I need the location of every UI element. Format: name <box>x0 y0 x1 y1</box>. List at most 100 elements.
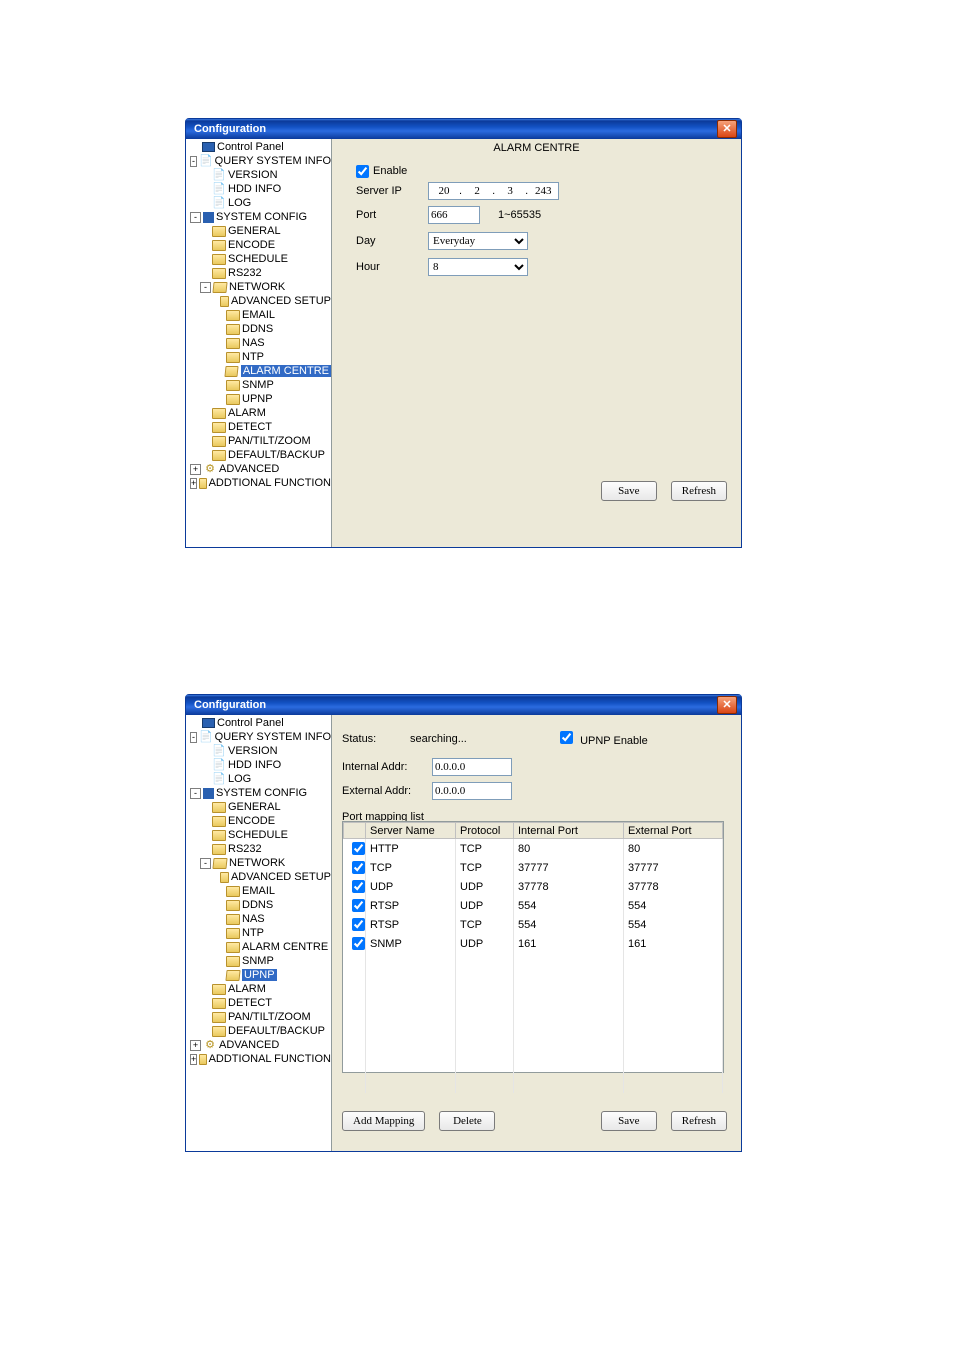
col-check[interactable] <box>344 823 366 839</box>
ip-oct-4[interactable] <box>530 183 556 199</box>
refresh-button[interactable]: Refresh <box>671 481 727 501</box>
delete-button[interactable]: Delete <box>439 1111 495 1131</box>
tree-item[interactable]: +ADDTIONAL FUNCTION <box>186 476 331 490</box>
table-row[interactable] <box>344 995 723 1009</box>
titlebar[interactable]: Configuration ✕ <box>186 119 741 139</box>
hour-select[interactable]: 8 <box>428 258 528 276</box>
tree-item[interactable]: +ADVANCED <box>186 462 331 476</box>
col-external-port[interactable]: External Port <box>624 823 723 839</box>
tree-item[interactable]: ALARM <box>186 982 331 996</box>
tree-item[interactable]: ENCODE <box>186 238 331 252</box>
table-row[interactable] <box>344 981 723 995</box>
tree-item[interactable]: -SYSTEM CONFIG <box>186 786 331 800</box>
expander-icon[interactable]: - <box>190 788 201 799</box>
tree-item[interactable]: DDNS <box>186 322 331 336</box>
row-checkbox[interactable] <box>352 899 365 912</box>
external-addr-input[interactable] <box>432 782 512 800</box>
tree-item[interactable]: DDNS <box>186 898 331 912</box>
tree-item[interactable]: DEFAULT/BACKUP <box>186 1024 331 1038</box>
tree-item[interactable]: GENERAL <box>186 800 331 814</box>
tree-item[interactable]: NAS <box>186 912 331 926</box>
titlebar[interactable]: Configuration ✕ <box>186 695 741 715</box>
row-checkbox[interactable] <box>352 861 365 874</box>
col-internal-port[interactable]: Internal Port <box>514 823 624 839</box>
tree-item[interactable]: VERSION <box>186 744 331 758</box>
tree-item[interactable]: -SYSTEM CONFIG <box>186 210 331 224</box>
expander-icon[interactable]: - <box>190 732 197 743</box>
table-row[interactable] <box>344 1009 723 1023</box>
tree-item[interactable]: Control Panel <box>186 140 331 154</box>
save-button[interactable]: Save <box>601 1111 657 1131</box>
table-row[interactable]: HTTPTCP8080 <box>344 839 723 859</box>
tree-item[interactable]: HDD INFO <box>186 758 331 772</box>
expander-icon[interactable]: - <box>190 212 201 223</box>
refresh-button[interactable]: Refresh <box>671 1111 727 1131</box>
tree-item[interactable]: RS232 <box>186 266 331 280</box>
tree-item[interactable]: PAN/TILT/ZOOM <box>186 1010 331 1024</box>
row-checkbox[interactable] <box>352 842 365 855</box>
enable-checkbox[interactable] <box>356 165 369 178</box>
row-checkbox[interactable] <box>352 918 365 931</box>
port-input[interactable] <box>428 206 480 224</box>
port-mapping-table[interactable]: Server Name Protocol Internal Port Exter… <box>342 821 724 1073</box>
col-server-name[interactable]: Server Name <box>366 823 456 839</box>
day-select[interactable]: Everyday <box>428 232 528 250</box>
tree-item[interactable]: UPNP <box>186 392 331 406</box>
add-mapping-button[interactable]: Add Mapping <box>342 1111 425 1131</box>
tree-item[interactable]: DETECT <box>186 420 331 434</box>
table-row[interactable] <box>344 1037 723 1051</box>
ip-oct-2[interactable] <box>464 183 490 199</box>
table-row[interactable] <box>344 1023 723 1037</box>
tree-item[interactable]: ADVANCED SETUP <box>186 294 331 308</box>
tree-item[interactable]: NTP <box>186 350 331 364</box>
tree-item[interactable]: +ADDTIONAL FUNCTION <box>186 1052 331 1066</box>
tree-item[interactable]: NTP <box>186 926 331 940</box>
tree-item[interactable]: GENERAL <box>186 224 331 238</box>
tree-item[interactable]: HDD INFO <box>186 182 331 196</box>
table-row[interactable]: TCPTCP3777737777 <box>344 858 723 877</box>
tree-item[interactable]: DETECT <box>186 996 331 1010</box>
nav-tree[interactable]: Control Panel-QUERY SYSTEM INFOVERSIONHD… <box>186 139 332 547</box>
server-ip-input[interactable]: . . . <box>428 182 559 200</box>
upnp-enable-checkbox[interactable] <box>560 731 573 744</box>
table-row[interactable] <box>344 1065 723 1079</box>
tree-item[interactable]: ALARM CENTRE <box>186 940 331 954</box>
tree-item[interactable]: EMAIL <box>186 884 331 898</box>
tree-item[interactable]: ENCODE <box>186 814 331 828</box>
tree-item[interactable]: ALARM <box>186 406 331 420</box>
tree-item[interactable]: PAN/TILT/ZOOM <box>186 434 331 448</box>
table-row[interactable]: RTSPTCP554554 <box>344 915 723 934</box>
col-protocol[interactable]: Protocol <box>456 823 514 839</box>
tree-item[interactable]: LOG <box>186 772 331 786</box>
row-checkbox[interactable] <box>352 880 365 893</box>
expander-icon[interactable]: - <box>200 858 211 869</box>
tree-item[interactable]: ADVANCED SETUP <box>186 870 331 884</box>
ip-oct-1[interactable] <box>431 183 457 199</box>
tree-item[interactable]: +ADVANCED <box>186 1038 331 1052</box>
expander-icon[interactable]: - <box>190 156 197 167</box>
tree-item[interactable]: SNMP <box>186 378 331 392</box>
table-row[interactable] <box>344 967 723 981</box>
tree-item[interactable]: -QUERY SYSTEM INFO <box>186 154 331 168</box>
tree-item[interactable]: -QUERY SYSTEM INFO <box>186 730 331 744</box>
tree-item[interactable]: -NETWORK <box>186 280 331 294</box>
save-button[interactable]: Save <box>601 481 657 501</box>
tree-item[interactable]: SCHEDULE <box>186 828 331 842</box>
expander-icon[interactable]: - <box>200 282 211 293</box>
expander-icon[interactable]: + <box>190 1040 201 1051</box>
tree-item[interactable]: Control Panel <box>186 716 331 730</box>
tree-item[interactable]: SCHEDULE <box>186 252 331 266</box>
tree-item[interactable]: LOG <box>186 196 331 210</box>
tree-item[interactable]: SNMP <box>186 954 331 968</box>
tree-item[interactable]: NAS <box>186 336 331 350</box>
table-row[interactable] <box>344 1079 723 1093</box>
table-row[interactable]: UDPUDP3777837778 <box>344 877 723 896</box>
table-row[interactable] <box>344 1051 723 1065</box>
expander-icon[interactable]: + <box>190 478 197 489</box>
tree-item[interactable]: UPNP <box>186 968 331 982</box>
table-row[interactable] <box>344 953 723 967</box>
tree-item[interactable]: -NETWORK <box>186 856 331 870</box>
table-row[interactable]: SNMPUDP161161 <box>344 934 723 953</box>
internal-addr-input[interactable] <box>432 758 512 776</box>
tree-item[interactable]: VERSION <box>186 168 331 182</box>
